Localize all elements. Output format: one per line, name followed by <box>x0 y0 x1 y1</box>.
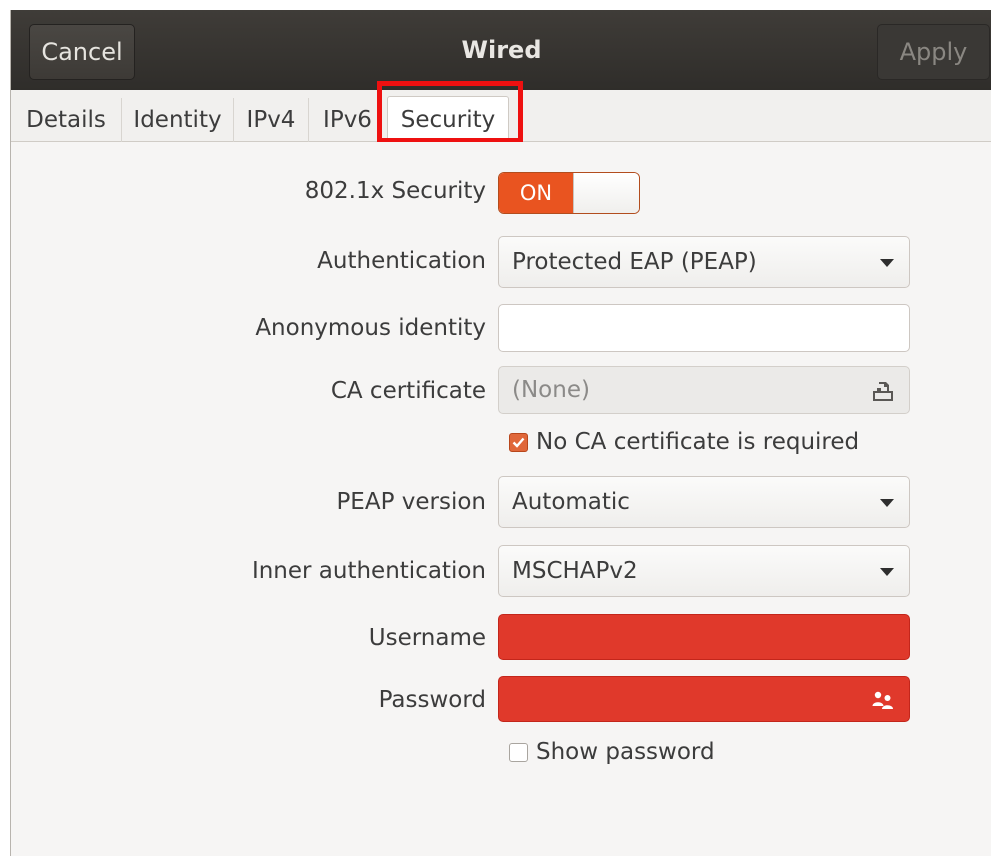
dialog-title: Wired <box>461 36 542 64</box>
inner-authentication-label: Inner authentication <box>251 558 486 584</box>
authentication-label: Authentication <box>317 248 486 274</box>
no-ca-required-label: No CA certificate is required <box>536 429 860 455</box>
toggle-knob <box>573 173 639 213</box>
security-panel: 802.1x Security ON Authentication Protec… <box>11 142 991 856</box>
screen-background <box>0 0 991 10</box>
peap-version-combo[interactable]: Automatic <box>498 476 910 528</box>
toggle-state-text: ON <box>499 173 573 213</box>
tab-ipv6[interactable]: IPv6 <box>309 98 386 142</box>
anonymous-identity-label: Anonymous identity <box>255 315 486 341</box>
ca-certificate-value: (None) <box>512 377 590 403</box>
ca-certificate-field[interactable]: (None) <box>498 366 910 414</box>
tab-ipv4[interactable]: IPv4 <box>234 98 309 142</box>
file-open-icon[interactable] <box>871 380 895 402</box>
password-field[interactable] <box>498 676 910 722</box>
tab-security[interactable]: Security <box>387 96 509 143</box>
no-ca-required-checkbox[interactable] <box>509 432 528 452</box>
authentication-value: Protected EAP (PEAP) <box>512 249 757 275</box>
header-bar: Cancel Wired Apply <box>11 10 991 90</box>
chevron-down-icon <box>880 259 894 267</box>
chevron-down-icon <box>880 499 894 507</box>
inner-authentication-combo[interactable]: MSCHAPv2 <box>498 545 910 597</box>
show-password-label: Show password <box>536 739 715 765</box>
password-label: Password <box>378 687 486 713</box>
tab-bar: Details Identity IPv4 IPv6 Security <box>11 90 991 143</box>
inner-authentication-value: MSCHAPv2 <box>512 558 638 584</box>
authentication-combo[interactable]: Protected EAP (PEAP) <box>498 236 910 288</box>
peap-version-value: Automatic <box>512 489 630 515</box>
security-toggle-switch[interactable]: ON <box>498 172 640 214</box>
username-field[interactable] <box>498 614 910 660</box>
show-password-checkbox-row[interactable]: Show password <box>509 739 715 765</box>
show-password-checkbox[interactable] <box>509 742 528 762</box>
security-toggle-label: 802.1x Security <box>304 178 486 204</box>
no-ca-required-checkbox-row[interactable]: No CA certificate is required <box>509 429 859 455</box>
wired-settings-dialog: Cancel Wired Apply Details Identity IPv4… <box>10 10 991 856</box>
username-label: Username <box>368 625 486 651</box>
key-people-icon[interactable] <box>871 689 895 711</box>
peap-version-label: PEAP version <box>336 489 486 515</box>
tab-identity[interactable]: Identity <box>122 98 234 142</box>
chevron-down-icon <box>880 568 894 576</box>
tab-details[interactable]: Details <box>11 98 122 142</box>
apply-button[interactable]: Apply <box>877 24 990 80</box>
checkmark-icon <box>512 437 525 448</box>
ca-certificate-label: CA certificate <box>330 378 486 404</box>
anonymous-identity-field[interactable] <box>498 304 910 352</box>
